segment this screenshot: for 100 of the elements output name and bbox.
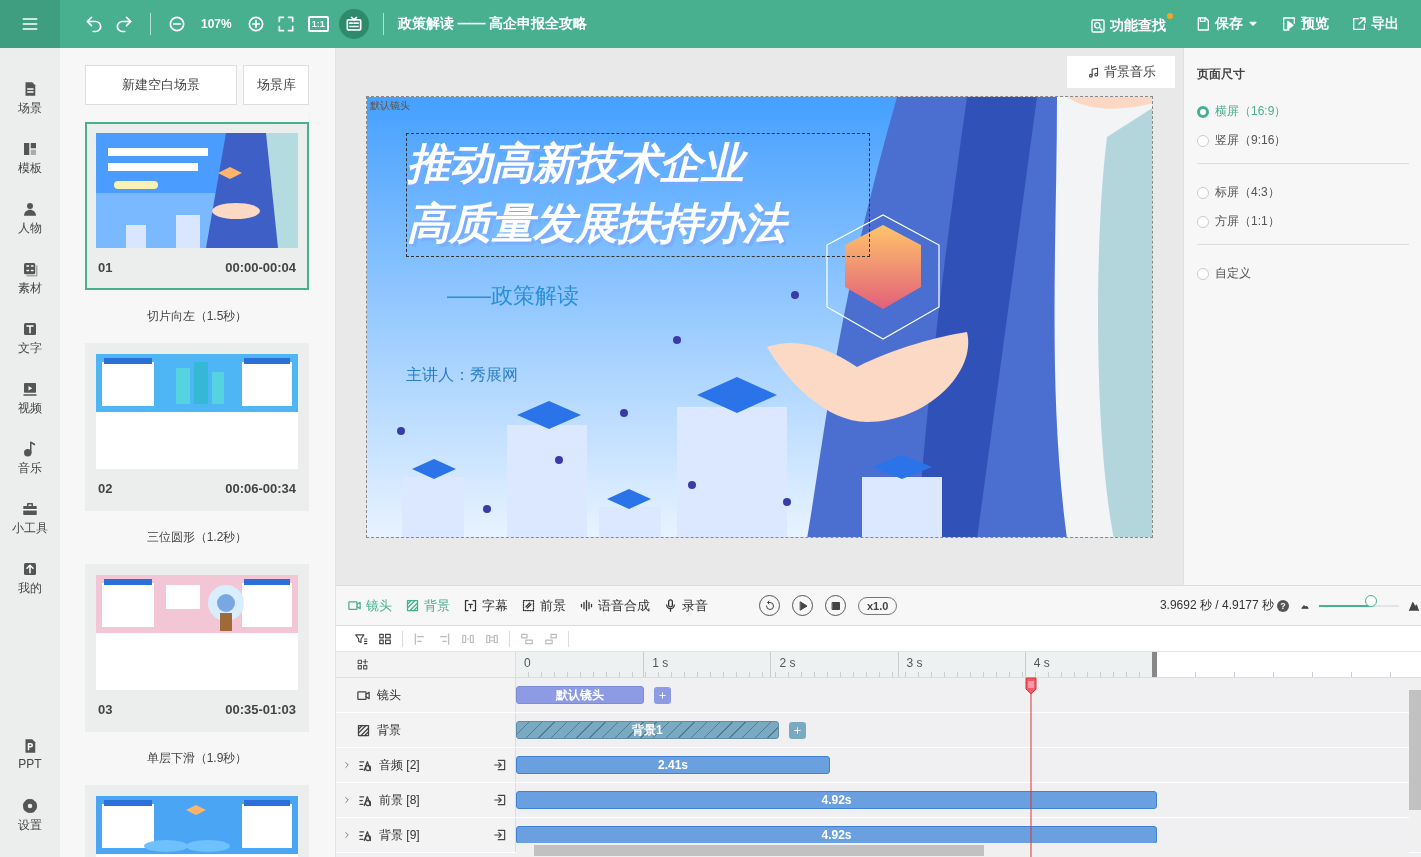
scene-card[interactable]: 01 00:00-00:04 — [85, 122, 309, 290]
save-icon — [1195, 16, 1211, 32]
layers-icon[interactable] — [378, 631, 392, 646]
hatched-square-icon — [356, 722, 371, 738]
nav-item[interactable]: 素材 — [0, 260, 60, 320]
export-icon — [1351, 16, 1367, 32]
timeline-tab[interactable]: 录音 — [663, 596, 708, 615]
scene-card[interactable]: 02 00:06-00:34 — [85, 343, 309, 511]
transition-label[interactable]: 三位圆形（1.2秒） — [146, 529, 248, 546]
zoom-out-icon — [167, 14, 187, 34]
presenter-text: 主讲人：秀展网 — [406, 365, 518, 385]
transition-label[interactable]: 单层下滑（1.9秒） — [146, 750, 248, 767]
ruler-label: 1 s — [652, 656, 669, 670]
chevron-right-icon[interactable] — [342, 830, 352, 840]
track-label: 镜头 — [377, 686, 401, 704]
redo-icon — [114, 14, 134, 34]
radio-option[interactable]: 自定义 — [1197, 259, 1409, 288]
playhead[interactable] — [1025, 677, 1037, 857]
document-title: 政策解读 —— 高企申报全攻略 — [397, 15, 588, 33]
subtitle-button[interactable] — [338, 9, 369, 39]
slide-subtitle: ——政策解读 — [447, 282, 579, 310]
radio-option[interactable]: 标屏（4:3） — [1197, 178, 1409, 207]
slide-title: 推动高新技术企业 — [407, 135, 753, 193]
align-left-icon[interactable] — [413, 631, 427, 646]
nav-item[interactable]: 人物 — [0, 200, 60, 260]
track-label: 前景 [8] — [379, 791, 420, 809]
scene-number: 03 — [98, 702, 113, 717]
enter-icon[interactable] — [493, 758, 507, 772]
upload-icon — [21, 560, 39, 578]
horizontal-scrollbar[interactable] — [516, 843, 1409, 857]
background-music-button[interactable]: 背景音乐 — [1067, 56, 1175, 88]
panel-heading: 页面尺寸 — [1197, 66, 1246, 83]
track-label: 音频 [2] — [379, 756, 420, 774]
material-icon — [21, 260, 39, 278]
nav-item[interactable]: 场景 — [0, 80, 60, 140]
ruler-label: 4 s — [1033, 656, 1050, 670]
settings-icon — [21, 797, 39, 815]
add-button[interactable] — [654, 687, 672, 704]
scene-card[interactable]: 03 00:35-01:03 — [85, 564, 309, 732]
nav-item[interactable]: 音乐 — [0, 440, 60, 500]
nav-item[interactable]: 文字 — [0, 320, 60, 380]
scene-time: 00:06-00:34 — [225, 481, 296, 496]
track-label: 背景 [9] — [379, 826, 420, 844]
slide-title: 高质量发展扶持办法 — [407, 195, 795, 253]
scene-number: 01 — [98, 260, 113, 275]
order-up-icon[interactable] — [520, 631, 534, 646]
nav-item[interactable]: 小工具 — [0, 500, 60, 560]
video-icon — [21, 380, 39, 398]
nav-item[interactable]: 我的 — [0, 560, 60, 620]
scene-number: 02 — [98, 481, 113, 496]
text-icon — [21, 320, 39, 338]
radio-option[interactable]: 竖屏（9:16） — [1197, 126, 1409, 155]
subtitle-icon — [463, 598, 478, 613]
scene-time: 00:35-01:03 — [225, 702, 296, 717]
chevron-right-icon[interactable] — [342, 760, 352, 770]
waveform-icon — [579, 598, 594, 613]
radio-option[interactable]: 方屏（1:1） — [1197, 207, 1409, 236]
search-icon — [1090, 18, 1106, 34]
align-right-icon[interactable] — [437, 631, 451, 646]
add-button[interactable] — [788, 722, 806, 739]
filter-icon[interactable] — [354, 631, 368, 646]
ruler-label: 2 s — [779, 656, 796, 670]
timeline-tab[interactable]: 前景 — [521, 596, 566, 615]
chevron-right-icon[interactable] — [342, 795, 352, 805]
camera-label: 默认镜头 — [370, 99, 410, 113]
person-icon — [21, 200, 39, 218]
undo-icon — [84, 14, 104, 34]
enter-icon[interactable] — [493, 828, 507, 842]
camera-icon — [347, 598, 362, 613]
plus-icon — [657, 690, 669, 701]
hatched-square-icon — [405, 598, 420, 613]
music-note-icon — [1086, 65, 1100, 79]
transition-label[interactable]: 切片向左（1.5秒） — [146, 308, 248, 325]
enter-icon[interactable] — [493, 793, 507, 807]
stop-icon — [829, 599, 842, 612]
help-icon[interactable]: ? — [1277, 599, 1289, 612]
order-down-icon[interactable] — [544, 631, 558, 646]
microphone-icon — [663, 598, 678, 613]
time-readout: 3.9692 秒 / 4.9177 秒 — [1159, 597, 1274, 614]
preview-icon — [1281, 16, 1297, 32]
timeline-tab[interactable]: 语音合成 — [579, 596, 650, 615]
toolbox-icon — [21, 500, 39, 518]
template-icon — [21, 140, 39, 158]
dotted-square-icon — [521, 598, 536, 613]
plus-icon — [791, 725, 803, 736]
mountain-large-icon — [1407, 600, 1421, 611]
nav-item[interactable]: PPT — [0, 737, 60, 797]
nav-item[interactable]: 模板 — [0, 140, 60, 200]
menu-button[interactable] — [0, 0, 60, 48]
grid-icon[interactable] — [356, 658, 369, 671]
scene-library-button[interactable]: 场景库 — [243, 65, 309, 105]
ruler-label: 0 — [524, 656, 531, 670]
new-scene-button[interactable]: 新建空白场景 — [85, 65, 237, 105]
timeline-tab[interactable]: 字幕 — [463, 596, 508, 615]
zoom-level: 107% — [200, 17, 233, 31]
nav-item[interactable]: 视频 — [0, 380, 60, 440]
replay-icon — [763, 599, 776, 612]
nav-item[interactable]: 设置 — [0, 797, 60, 857]
scene-time: 00:00-00:04 — [225, 260, 296, 275]
ruler-label: 3 s — [906, 656, 923, 670]
